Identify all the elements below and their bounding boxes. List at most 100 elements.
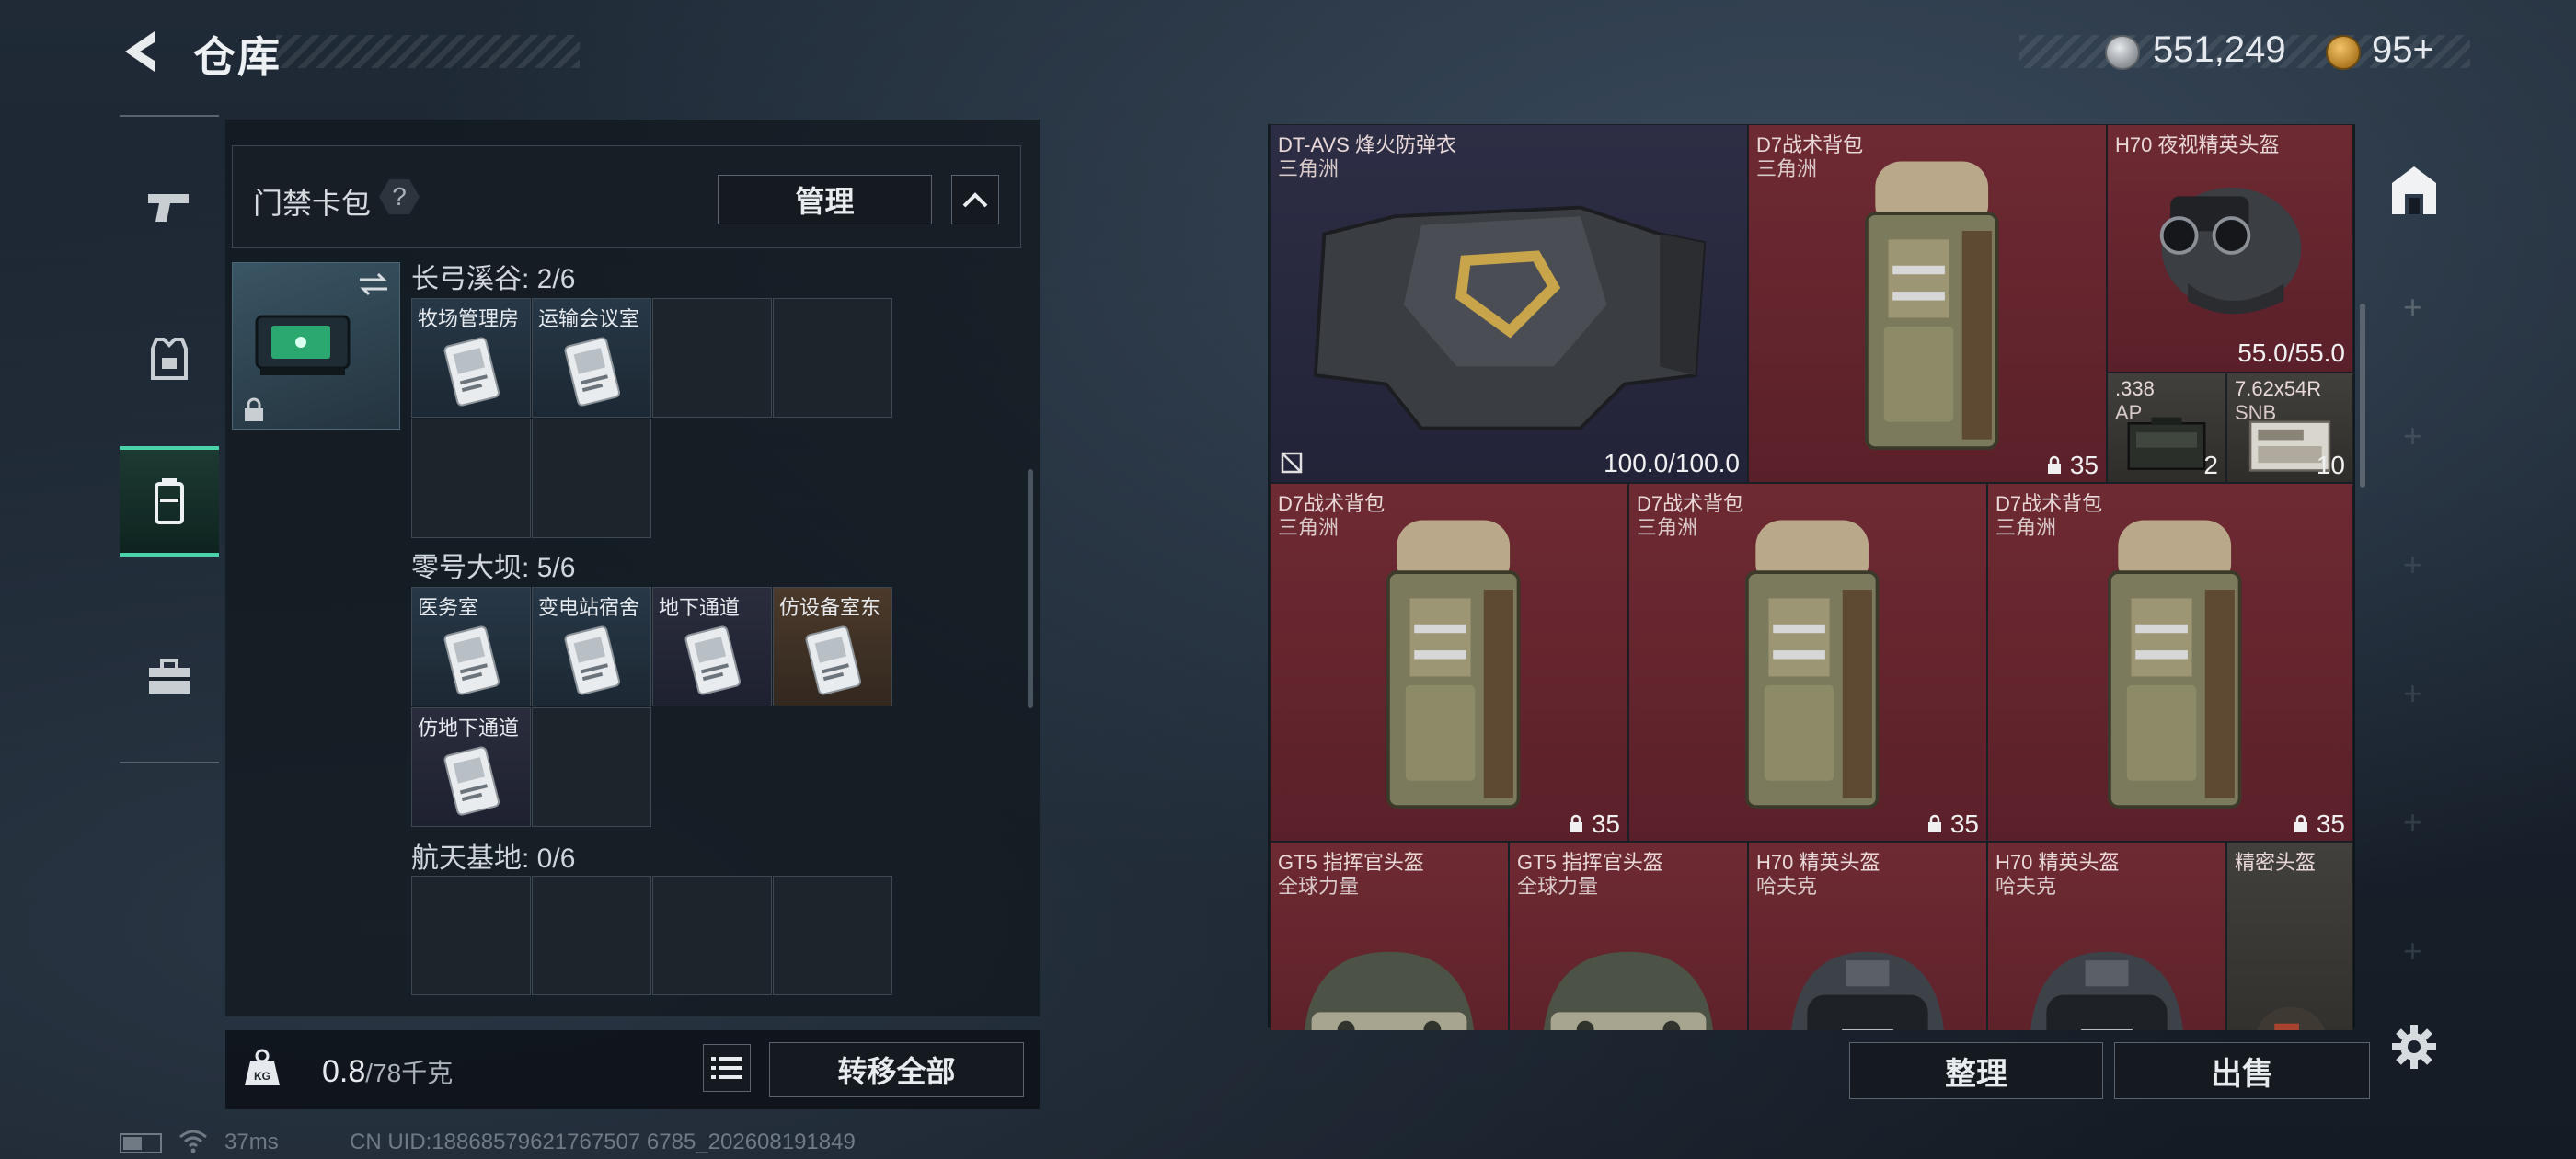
keycard-device-icon — [255, 315, 351, 375]
pack-item-icon — [1865, 161, 1999, 450]
helmet-g-item-icon — [1304, 951, 1475, 1030]
transfer-all-button[interactable]: 转移全部 — [769, 1042, 1024, 1097]
back-arrow-icon — [125, 31, 155, 72]
keycard-section-label: 航天基地: 0/6 — [411, 843, 576, 874]
ping-readout: 37ms — [224, 1130, 279, 1154]
gold-currency-value[interactable]: 95+ — [2372, 29, 2434, 71]
item-subtitle: 三角洲 — [1995, 516, 2057, 539]
item-name: 精密头盔 — [2235, 851, 2317, 874]
category-backpack[interactable] — [120, 446, 219, 557]
item-subtitle: 三角洲 — [1278, 516, 1340, 539]
settings-gear-icon[interactable] — [2390, 1023, 2438, 1071]
keycard-section-label: 零号大坝: 5/6 — [411, 553, 576, 583]
inventory-grid: DT-AVS 烽火防弹衣 三角洲 100.0/100.0 D7战术背包 三角洲 35 H70… — [1270, 124, 2353, 1030]
inventory-item[interactable]: D7战术背包 三角洲 35 — [1628, 483, 1987, 842]
inventory-item[interactable]: D7战术背包 三角洲 35 — [1748, 124, 2107, 483]
collapse-button[interactable] — [951, 175, 999, 224]
empty-keycard-slot[interactable] — [773, 876, 892, 995]
add-container-icon[interactable]: + — [2403, 803, 2422, 842]
manage-button[interactable]: 管理 — [718, 175, 932, 224]
inventory-item[interactable]: H70 精英头盔 哈夫克 — [1748, 842, 1987, 1030]
item-count: 2 — [2203, 451, 2218, 480]
pack-item-icon — [2108, 520, 2242, 809]
item-subtitle: 三角洲 — [1278, 157, 1340, 180]
keycard-slot[interactable]: 仿地下通道 — [411, 707, 531, 827]
item-subtitle: 三角洲 — [1637, 516, 1698, 539]
inventory-scrollbar[interactable] — [2360, 304, 2365, 488]
helmet-b-item-icon — [2030, 951, 2183, 1030]
inventory-item[interactable]: .338 AP 2 — [2107, 373, 2226, 483]
inventory-item[interactable]: GT5 指挥官头盔 全球力量 — [1509, 842, 1748, 1030]
pack-item-icon — [1745, 520, 1880, 809]
capacity-icon — [1927, 814, 1941, 832]
weight-readout: 0.8/78千克 — [322, 1053, 453, 1090]
add-container-icon[interactable]: + — [2403, 545, 2422, 584]
item-subtitle: 哈夫克 — [1756, 875, 1818, 898]
weight-max: /78千克 — [365, 1059, 454, 1087]
inventory-item[interactable]: H70 精英头盔 哈夫克 — [1987, 842, 2226, 1030]
add-container-icon[interactable]: + — [2403, 288, 2422, 327]
keycard-icon — [684, 625, 741, 695]
lock-icon — [245, 397, 263, 421]
owned-keycard[interactable] — [232, 262, 400, 430]
empty-keycard-slot[interactable] — [532, 419, 651, 538]
keycard-slot[interactable]: 地下通道 — [652, 587, 772, 706]
keycard-icon — [443, 746, 500, 816]
toolbox-icon — [149, 659, 190, 694]
keycard-slot[interactable]: 医务室 — [411, 587, 531, 706]
add-container-icon[interactable]: + — [2403, 932, 2422, 970]
armor-vest-icon — [151, 338, 188, 380]
empty-keycard-slot[interactable] — [411, 876, 531, 995]
uid-readout: CN UID:18868579621767507 6785_2026081918… — [350, 1130, 856, 1154]
category-weapons[interactable] — [120, 152, 219, 262]
item-count-value: 35 — [1949, 809, 1979, 838]
item-count-value: 10 — [2316, 451, 2345, 479]
item-count-value: 35 — [1591, 809, 1620, 838]
empty-keycard-slot[interactable] — [652, 876, 772, 995]
sell-button[interactable]: 出售 — [2114, 1042, 2370, 1099]
keycard-name: 牧场管理房 — [418, 307, 520, 330]
nvg-item-icon — [2159, 187, 2302, 315]
keycard-slot[interactable]: 变电站宿舍 — [532, 587, 651, 706]
capacity-icon — [2047, 455, 2061, 474]
category-tools[interactable] — [120, 621, 219, 731]
warehouse-icon[interactable] — [2386, 163, 2442, 218]
pistol-icon — [148, 194, 189, 222]
inventory-item[interactable]: D7战术背包 三角洲 35 — [1270, 483, 1628, 842]
vest-item-icon — [1313, 205, 1707, 430]
empty-keycard-slot[interactable] — [532, 876, 651, 995]
sort-button[interactable]: 整理 — [1849, 1042, 2103, 1099]
keycard-icon — [443, 625, 500, 695]
inventory-item[interactable]: H70 夜视精英头盔 55.0/55.0 — [2107, 124, 2353, 373]
empty-keycard-slot[interactable] — [652, 298, 772, 418]
backpack-icon — [155, 478, 184, 524]
inventory-item[interactable]: DT-AVS 烽火防弹衣 三角洲 100.0/100.0 — [1270, 124, 1748, 483]
weight-icon: KG — [241, 1047, 283, 1089]
item-count-value: 35 — [2069, 451, 2099, 479]
list-view-button[interactable] — [703, 1044, 751, 1092]
keycard-slot[interactable]: 仿设备室东 — [773, 587, 892, 706]
inventory-item[interactable]: GT5 指挥官头盔 全球力量 — [1270, 842, 1509, 1030]
add-container-icon[interactable]: + — [2403, 417, 2422, 455]
helmet-b-item-icon — [1791, 951, 1944, 1030]
item-durability: 55.0/55.0 — [2237, 339, 2345, 367]
capacity-icon — [2294, 814, 2307, 832]
keycard-slot[interactable]: 运输会议室 — [532, 298, 651, 418]
item-durability: 100.0/100.0 — [1604, 449, 1740, 477]
keycard-slot[interactable]: 牧场管理房 — [411, 298, 531, 418]
inventory-item[interactable]: 精密头盔 — [2226, 842, 2353, 1030]
card-pack-scrollbar[interactable] — [1028, 469, 1033, 708]
back-button[interactable] — [118, 28, 166, 75]
weight-current: 0.8 — [322, 1054, 366, 1089]
empty-keycard-slot[interactable] — [532, 707, 651, 827]
empty-keycard-slot[interactable] — [411, 419, 531, 538]
capacity-icon — [1569, 814, 1582, 832]
helmet-s-item-icon — [2257, 1006, 2325, 1030]
list-icon — [711, 1057, 742, 1079]
category-armor[interactable] — [120, 304, 219, 414]
add-container-icon[interactable]: + — [2403, 674, 2422, 713]
empty-keycard-slot[interactable] — [773, 298, 892, 418]
pack-item-icon — [1386, 520, 1521, 809]
inventory-item[interactable]: 7.62x54R SNB 10 — [2226, 373, 2353, 483]
inventory-item[interactable]: D7战术背包 三角洲 35 — [1987, 483, 2353, 842]
